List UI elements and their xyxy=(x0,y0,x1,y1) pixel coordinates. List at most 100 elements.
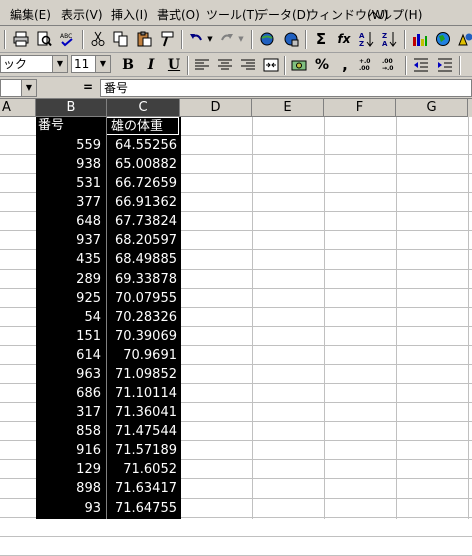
bold-button[interactable]: B xyxy=(119,56,137,74)
sort-ascending-icon[interactable]: AZ xyxy=(358,30,376,48)
column-header-b[interactable]: B xyxy=(36,99,107,117)
autosum-icon[interactable]: Σ xyxy=(312,30,330,48)
paste-icon[interactable] xyxy=(135,30,153,48)
cell-id[interactable]: 570 xyxy=(36,537,104,556)
column-header-e[interactable]: E xyxy=(252,99,324,117)
percent-style-button[interactable]: % xyxy=(313,56,331,74)
worksheet-grid[interactable]: 番号 雄の体重 55964.5525693865.0088253166.7265… xyxy=(0,117,472,519)
cell-id[interactable]: 377 xyxy=(36,193,104,212)
format-painter-icon[interactable] xyxy=(158,30,176,48)
cell-id[interactable]: 151 xyxy=(36,327,104,346)
column-header-a[interactable]: A xyxy=(0,99,36,117)
cell-id[interactable]: 925 xyxy=(36,289,104,308)
cell-b1[interactable]: 番号 xyxy=(36,117,106,135)
cell-id[interactable]: 54 xyxy=(36,308,104,327)
redo-dropdown-icon[interactable]: ▼ xyxy=(236,30,246,48)
font-name-combo[interactable]: ック ▼ xyxy=(0,55,68,73)
cell-id[interactable]: 317 xyxy=(36,403,104,422)
formula-input[interactable]: 番号 xyxy=(100,79,472,97)
cell-weight[interactable]: 70.28326 xyxy=(107,308,179,327)
cell-weight[interactable]: 71.09852 xyxy=(107,365,179,384)
spelling-icon[interactable]: ABC xyxy=(58,30,76,48)
cell-weight[interactable]: 68.49885 xyxy=(107,250,179,269)
underline-button[interactable]: U xyxy=(165,56,183,74)
cell-weight[interactable]: 71.63417 xyxy=(107,479,179,498)
sort-descending-icon[interactable]: ZA xyxy=(381,30,399,48)
cell-id[interactable]: 435 xyxy=(36,250,104,269)
cell-id[interactable]: 858 xyxy=(36,422,104,441)
cell-weight[interactable]: 71.6052 xyxy=(107,460,179,479)
cell-weight[interactable]: 70.39069 xyxy=(107,327,179,346)
cell-id[interactable]: 129 xyxy=(36,460,104,479)
comma-style-button[interactable]: , xyxy=(336,56,354,74)
decrease-decimal-button[interactable]: .00 →.0 xyxy=(382,56,400,74)
cell-weight[interactable]: 71.10114 xyxy=(107,384,179,403)
cell-weight[interactable]: 67.73824 xyxy=(107,212,179,231)
print-icon[interactable] xyxy=(12,30,30,48)
column-header-c[interactable]: C xyxy=(107,99,180,117)
column-header-d[interactable]: D xyxy=(180,99,252,117)
copy-icon[interactable] xyxy=(112,30,130,48)
cell-id[interactable]: 686 xyxy=(36,384,104,403)
cell-weight[interactable]: 68.20597 xyxy=(107,231,179,250)
cell-weight[interactable]: 71.36041 xyxy=(107,403,179,422)
font-size-combo[interactable]: 11 ▼ xyxy=(71,55,111,73)
cell-weight[interactable]: 64.55256 xyxy=(107,136,179,155)
chevron-down-icon[interactable]: ▼ xyxy=(52,56,67,72)
paste-function-icon[interactable]: fx xyxy=(335,30,353,48)
menu-format[interactable]: 書式(O) xyxy=(157,6,200,23)
menu-tools[interactable]: ツール(T) xyxy=(206,6,259,23)
chevron-down-icon[interactable]: ▼ xyxy=(95,56,110,72)
cell-weight[interactable]: 71.84997 xyxy=(107,537,179,556)
cell-c1[interactable]: 雄の体重 xyxy=(107,117,179,135)
cell-weight[interactable]: 70.07955 xyxy=(107,289,179,308)
cell-weight[interactable]: 71.47544 xyxy=(107,422,179,441)
cell-weight[interactable]: 71.57189 xyxy=(107,441,179,460)
currency-style-icon[interactable] xyxy=(290,56,308,74)
align-left-icon[interactable] xyxy=(193,56,211,74)
cell-id[interactable]: 937 xyxy=(36,231,104,250)
cell-weight[interactable]: 65.00882 xyxy=(107,155,179,174)
cell-weight[interactable]: 70.9691 xyxy=(107,346,179,365)
cell-id[interactable]: 916 xyxy=(36,441,104,460)
cell-weight[interactable]: 71.73539 xyxy=(107,518,179,537)
web-toolbar-icon[interactable] xyxy=(282,30,300,48)
align-center-icon[interactable] xyxy=(216,56,234,74)
menu-view[interactable]: 表示(V) xyxy=(61,6,103,23)
menu-insert[interactable]: 挿入(I) xyxy=(111,6,148,23)
map-icon[interactable] xyxy=(434,30,452,48)
drawing-icon[interactable] xyxy=(456,30,472,48)
cell-id[interactable]: 614 xyxy=(36,346,104,365)
cut-icon[interactable] xyxy=(89,30,107,48)
print-preview-icon[interactable] xyxy=(35,30,53,48)
menu-data[interactable]: データ(D) xyxy=(256,6,311,23)
chevron-down-icon[interactable]: ▼ xyxy=(21,80,36,96)
cell-id[interactable]: 531 xyxy=(36,174,104,193)
cell-weight[interactable]: 69.33878 xyxy=(107,270,179,289)
cell-id[interactable]: 938 xyxy=(36,155,104,174)
undo-dropdown-icon[interactable]: ▼ xyxy=(205,30,215,48)
menu-edit[interactable]: 編集(E) xyxy=(10,6,51,23)
column-header-g[interactable]: G xyxy=(396,99,468,117)
cell-id[interactable]: 93 xyxy=(36,499,104,518)
redo-icon[interactable] xyxy=(218,30,236,48)
decrease-indent-icon[interactable] xyxy=(412,56,430,74)
menu-help[interactable]: ヘルプ(H) xyxy=(368,6,422,23)
merge-center-icon[interactable] xyxy=(262,56,280,74)
increase-indent-icon[interactable] xyxy=(436,56,454,74)
cell-id[interactable]: 559 xyxy=(36,136,104,155)
italic-button[interactable]: I xyxy=(142,56,160,74)
column-header-f[interactable]: F xyxy=(324,99,396,117)
undo-icon[interactable] xyxy=(187,30,205,48)
cell-weight[interactable]: 66.91362 xyxy=(107,193,179,212)
increase-decimal-button[interactable]: +.0 .00 xyxy=(359,56,377,74)
cell-id[interactable]: 963 xyxy=(36,365,104,384)
cell-id[interactable]: 289 xyxy=(36,270,104,289)
cell-id[interactable]: 898 xyxy=(36,479,104,498)
cell-id[interactable]: 650 xyxy=(36,518,104,537)
insert-hyperlink-icon[interactable] xyxy=(258,30,276,48)
cell-weight[interactable]: 71.64755 xyxy=(107,499,179,518)
chart-wizard-icon[interactable] xyxy=(411,30,429,48)
cell-id[interactable]: 648 xyxy=(36,212,104,231)
cell-weight[interactable]: 66.72659 xyxy=(107,174,179,193)
